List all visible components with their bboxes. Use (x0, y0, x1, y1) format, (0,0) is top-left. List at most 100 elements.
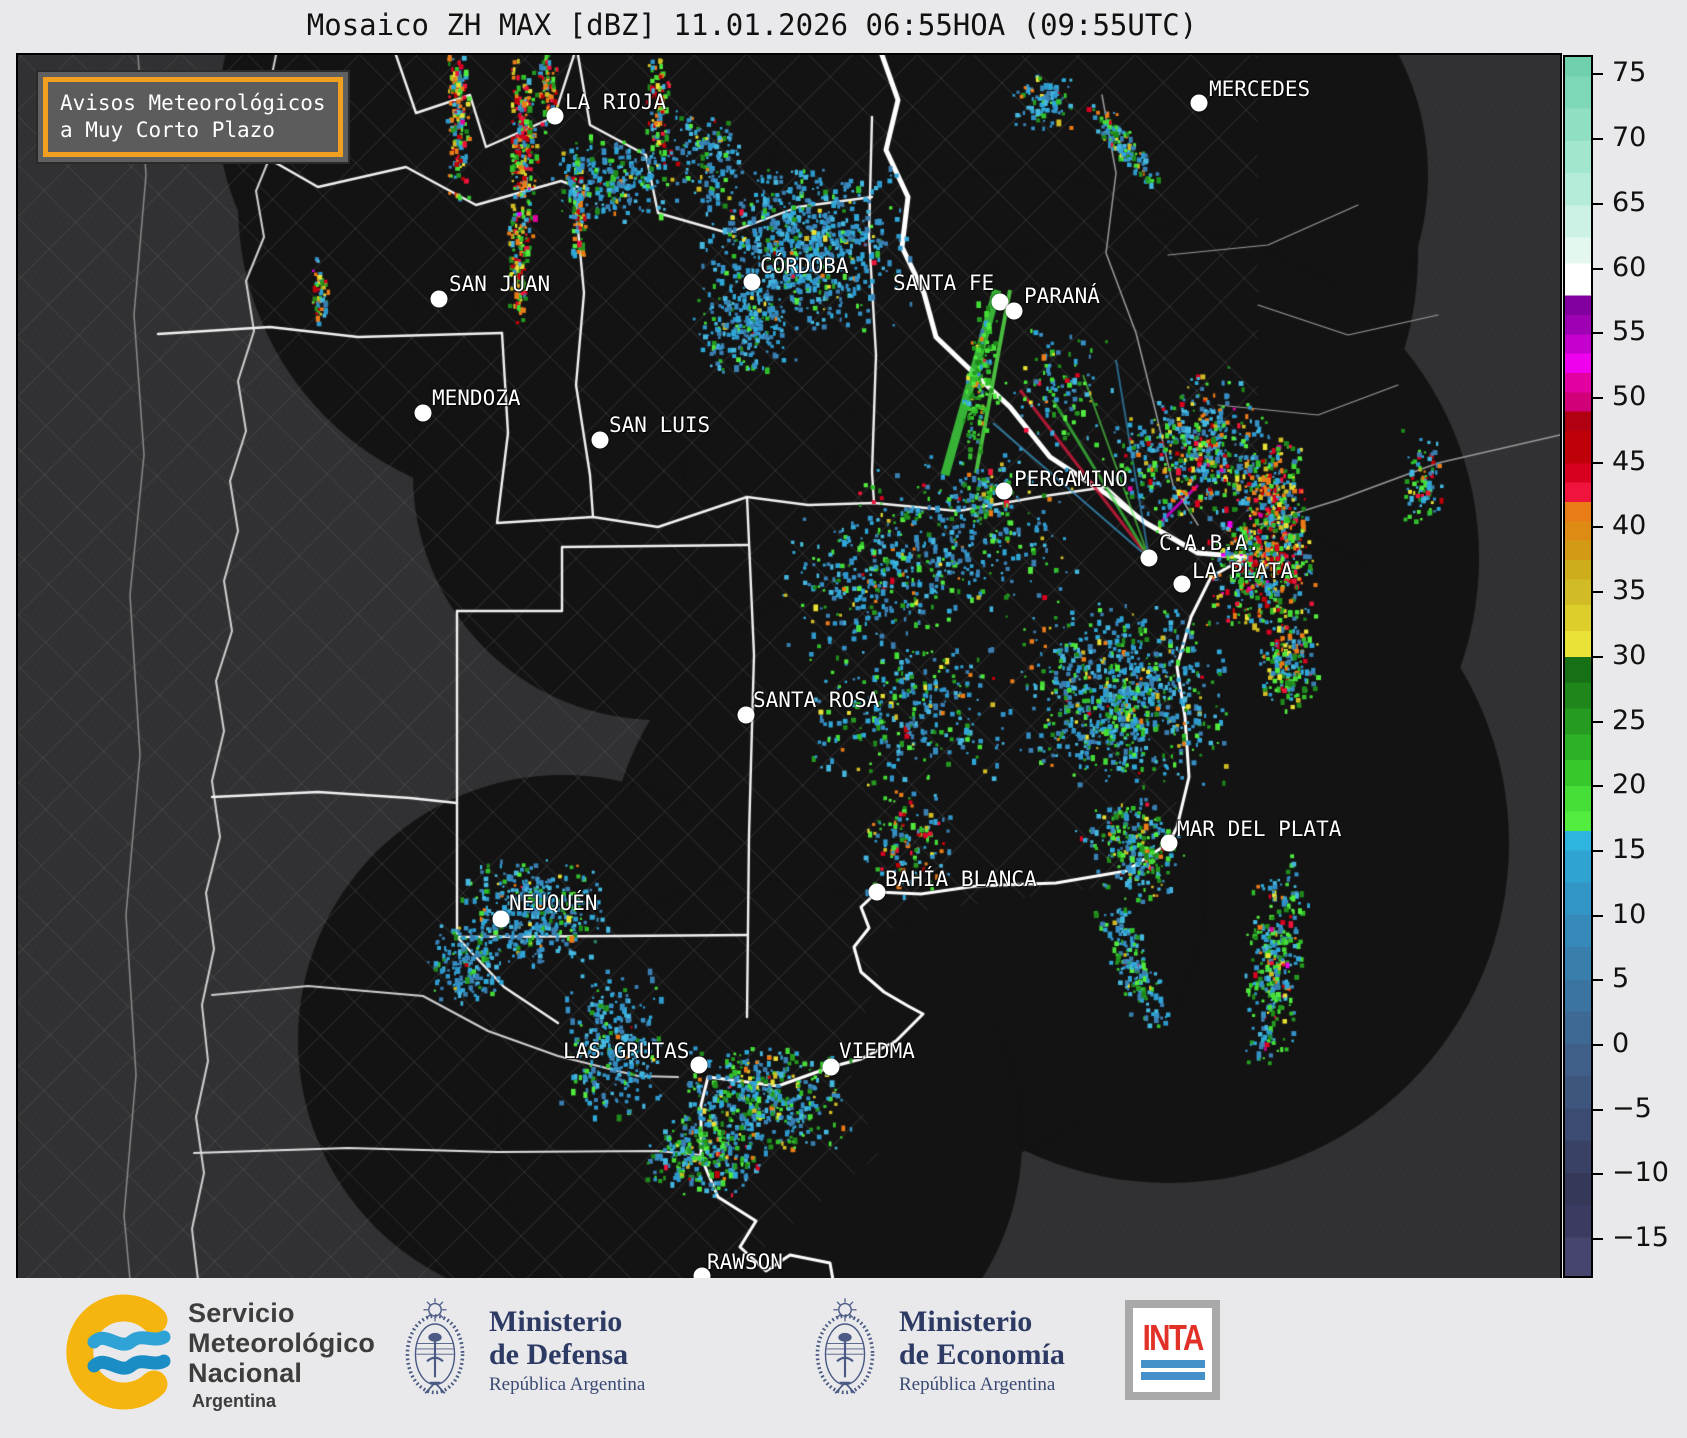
city-dot-icon (414, 404, 432, 422)
city-label: SANTA ROSA (753, 688, 880, 712)
colorbar (1563, 55, 1593, 1278)
colorbar-tick-label: −10 (1612, 1157, 1669, 1189)
colorbar-tick-label: 10 (1612, 898, 1647, 930)
city-dot-icon (995, 482, 1013, 500)
city-label: MERCEDES (1209, 77, 1311, 101)
city-dot-icon (492, 910, 510, 928)
economia-line-3: República Argentina (899, 1373, 1056, 1395)
colorbar-tick-mark (1593, 1044, 1603, 1047)
colorbar-tick-mark (1593, 1173, 1603, 1176)
defensa-line-3: República Argentina (489, 1373, 646, 1395)
city-label: SANTA FE (893, 271, 995, 295)
page-title: Mosaico ZH MAX [dBZ] 11.01.2026 06:55HOA… (306, 8, 1198, 42)
ministerio-economia-text: Ministerio de Economía República Argenti… (899, 1305, 1065, 1396)
colorbar-tick-label: −5 (1612, 1092, 1652, 1124)
city-label: MAR DEL PLATA (1177, 817, 1342, 841)
city-label: BAHÍA BLANCA (885, 867, 1037, 891)
colorbar-tick-mark (1593, 914, 1603, 917)
city-label: NEUQUÉN (509, 891, 598, 915)
city-dot-icon (1173, 575, 1191, 593)
colorbar-tick-mark (1593, 526, 1603, 529)
city-label: LA RIOJA (565, 90, 667, 114)
colorbar-tick-mark (1593, 785, 1603, 788)
defensa-line-1: Ministerio (489, 1304, 623, 1338)
city-dot-icon (822, 1058, 840, 1076)
smn-text: Servicio Meteorológico Nacional Argentin… (188, 1298, 375, 1412)
colorbar-tick-label: 45 (1612, 445, 1647, 477)
city-label: SAN JUAN (449, 272, 551, 296)
city-dot-icon (1190, 94, 1208, 112)
inta-bar-2 (1140, 1372, 1205, 1380)
coat-of-arms-icon (395, 1288, 475, 1412)
colorbar-tick-label: 20 (1612, 769, 1647, 801)
colorbar-tick-label: 75 (1612, 57, 1647, 89)
city-dot-icon (868, 883, 886, 901)
colorbar-tick-label: 60 (1612, 251, 1647, 283)
colorbar-tick-mark (1593, 202, 1603, 205)
colorbar-tick-mark (1593, 396, 1603, 399)
colorbar-tick-label: −15 (1612, 1222, 1669, 1254)
colorbar-tick-mark (1593, 73, 1603, 76)
smn-line-3: Nacional (188, 1358, 303, 1388)
colorbar-tick-mark (1593, 720, 1603, 723)
ministerio-defensa-logo: Ministerio de Defensa República Argentin… (395, 1288, 645, 1412)
inta-label: INTA (1142, 1317, 1204, 1358)
colorbar-tick-mark (1593, 979, 1603, 982)
city-label: SAN LUIS (609, 413, 711, 437)
smn-crescent-icon (66, 1294, 171, 1410)
smn-line-4: Argentina (192, 1391, 277, 1411)
colorbar-tick-label: 40 (1612, 510, 1647, 542)
colorbar-tick-mark (1593, 655, 1603, 658)
city-label: LA PLATA (1192, 559, 1294, 583)
warning-box: Avisos Meteorológicos a Muy Corto Plazo (38, 72, 348, 162)
city-label: PERGAMINO (1014, 467, 1128, 491)
city-dot-icon (430, 290, 448, 308)
colorbar-tick-label: 15 (1612, 833, 1647, 865)
colorbar-tick-mark (1593, 849, 1603, 852)
warning-box-inner: Avisos Meteorológicos a Muy Corto Plazo (43, 77, 343, 157)
colorbar-tick-mark (1593, 461, 1603, 464)
defensa-line-2: de Defensa (489, 1337, 629, 1371)
city-label: VIEDMA (839, 1039, 915, 1063)
city-dot-icon (690, 1056, 708, 1074)
ministerio-defensa-text: Ministerio de Defensa República Argentin… (489, 1305, 645, 1396)
smn-line-1: Servicio (188, 1298, 295, 1328)
radar-mosaic-page: Mosaico ZH MAX [dBZ] 11.01.2026 06:55HOA… (0, 0, 1687, 1438)
city-label: C.A.B.A. (1159, 531, 1261, 555)
city-label: MENDOZA (432, 386, 521, 410)
city-dot-icon (1140, 549, 1158, 567)
smn-logo: Servicio Meteorológico Nacional Argentin… (58, 1292, 375, 1412)
city-label: RAWSON (707, 1250, 783, 1274)
colorbar-tick-mark (1593, 267, 1603, 270)
city-dot-icon (1005, 302, 1023, 320)
colorbar-tick-label: 30 (1612, 639, 1647, 671)
city-dot-icon (743, 273, 761, 291)
colorbar-tick-mark (1593, 1108, 1603, 1111)
inta-logo-inner: INTA (1133, 1308, 1212, 1392)
city-dot-icon (591, 431, 609, 449)
colorbar-tick-label: 5 (1612, 963, 1630, 995)
colorbar-tick-mark (1593, 332, 1603, 335)
economia-line-1: Ministerio (899, 1304, 1033, 1338)
colorbar-tick-label: 65 (1612, 186, 1647, 218)
economia-line-2: de Economía (899, 1337, 1065, 1371)
city-label: PARANÁ (1024, 284, 1100, 308)
warning-line-1: Avisos Meteorológicos (60, 91, 326, 115)
colorbar-tick-label: 70 (1612, 122, 1647, 154)
radar-map: Avisos Meteorológicos a Muy Corto Plazo … (16, 53, 1562, 1285)
city-dot-icon (737, 706, 755, 724)
coat-of-arms-icon (805, 1288, 885, 1412)
inta-bar-1 (1140, 1360, 1205, 1368)
city-dot-icon (546, 107, 564, 125)
colorbar-tick-label: 0 (1612, 1027, 1630, 1059)
radar-map-canvas (18, 55, 1560, 1280)
colorbar-tick-label: 55 (1612, 316, 1647, 348)
colorbar-tick-label: 25 (1612, 704, 1647, 736)
warning-line-2: a Muy Corto Plazo (60, 118, 275, 142)
colorbar-tick-label: 50 (1612, 380, 1647, 412)
smn-line-2: Meteorológico (188, 1328, 376, 1358)
city-dot-icon (1160, 834, 1178, 852)
colorbar-tick-mark (1593, 138, 1603, 141)
ministerio-economia-logo: Ministerio de Economía República Argenti… (805, 1288, 1065, 1412)
city-label: LAS GRUTAS (563, 1039, 690, 1063)
